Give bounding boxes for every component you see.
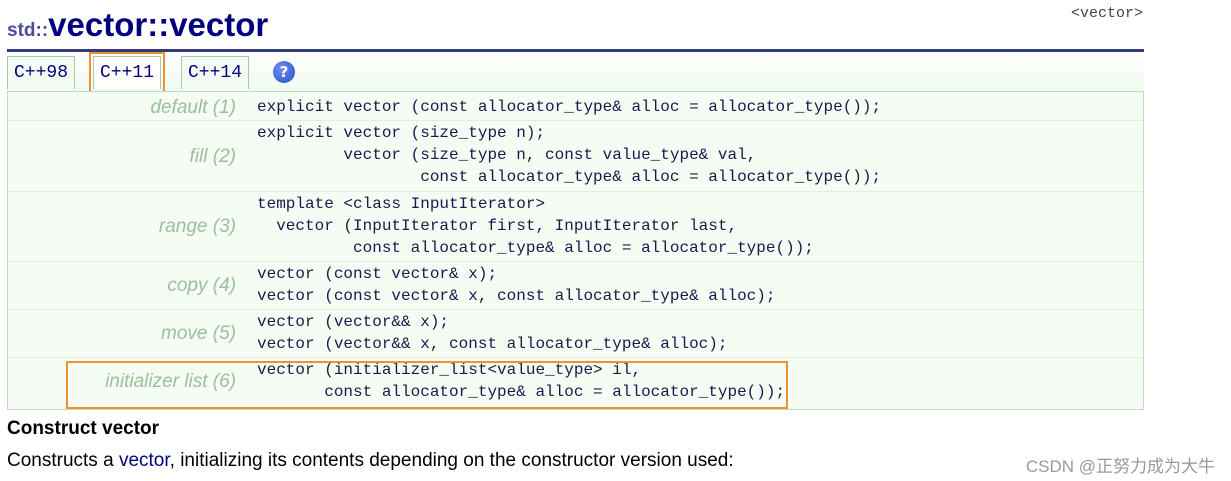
constructor-code: vector (vector&& x); vector (vector&& x,… [257,313,728,353]
header-divider [7,49,1144,52]
version-tabs: C++98 C++11 C++14 ? [7,52,1144,93]
constructor-row-default: default (1) explicit vector (const alloc… [8,92,1143,121]
constructor-label: default (1) [150,97,236,118]
constructor-code: vector (const vector& x); vector (const … [257,265,776,305]
constructor-row-fill: fill (2) explicit vector (size_type n); … [8,120,1143,192]
constructor-label: range (3) [158,216,236,237]
constructor-label: initializer list (6) [105,371,236,392]
constructor-label: move (5) [161,323,236,344]
constructor-code: vector (initializer_list<value_type> il,… [257,361,786,401]
constructor-label: copy (4) [167,275,236,296]
tab-cpp11[interactable]: C++11 [88,52,166,93]
constructor-row-copy: copy (4) vector (const vector& x); vecto… [8,261,1143,310]
description-prefix: Constructs a [7,450,119,471]
constructor-row-move: move (5) vector (vector&& x); vector (ve… [8,309,1143,358]
constructor-code: explicit vector (size_type n); vector (s… [257,124,882,186]
title-member: vector [169,6,269,43]
tab-cpp14[interactable]: C++14 [181,56,250,89]
title-class: vector [48,6,148,43]
title-namespace: std:: [7,20,49,41]
watermark: CSDN @正努力成为大牛 [1025,457,1215,476]
constructor-code: explicit vector (const allocator_type& a… [257,98,882,116]
header-file-tag[interactable]: <vector> [1071,5,1143,22]
constructor-label: fill (2) [189,146,236,167]
title-separator: :: [147,6,170,43]
constructor-table: default (1) explicit vector (const alloc… [7,91,1144,410]
tab-cpp98[interactable]: C++98 [7,56,76,89]
vector-link[interactable]: vector [119,450,170,471]
description-suffix: , initializing its contents depending on… [169,450,734,471]
page-title: std::vector::vector [7,6,268,44]
description: Constructs a vector, initializing its co… [7,450,734,472]
section-title: Construct vector [7,418,160,439]
constructor-code: template <class InputIterator> vector (I… [257,195,814,257]
constructor-row-range: range (3) template <class InputIterator>… [8,191,1143,262]
constructor-row-initializer-list: initializer list (6) vector (initializer… [8,357,1143,409]
page-header: std::vector::vector <vector> [7,2,1143,50]
help-icon[interactable]: ? [273,61,295,83]
